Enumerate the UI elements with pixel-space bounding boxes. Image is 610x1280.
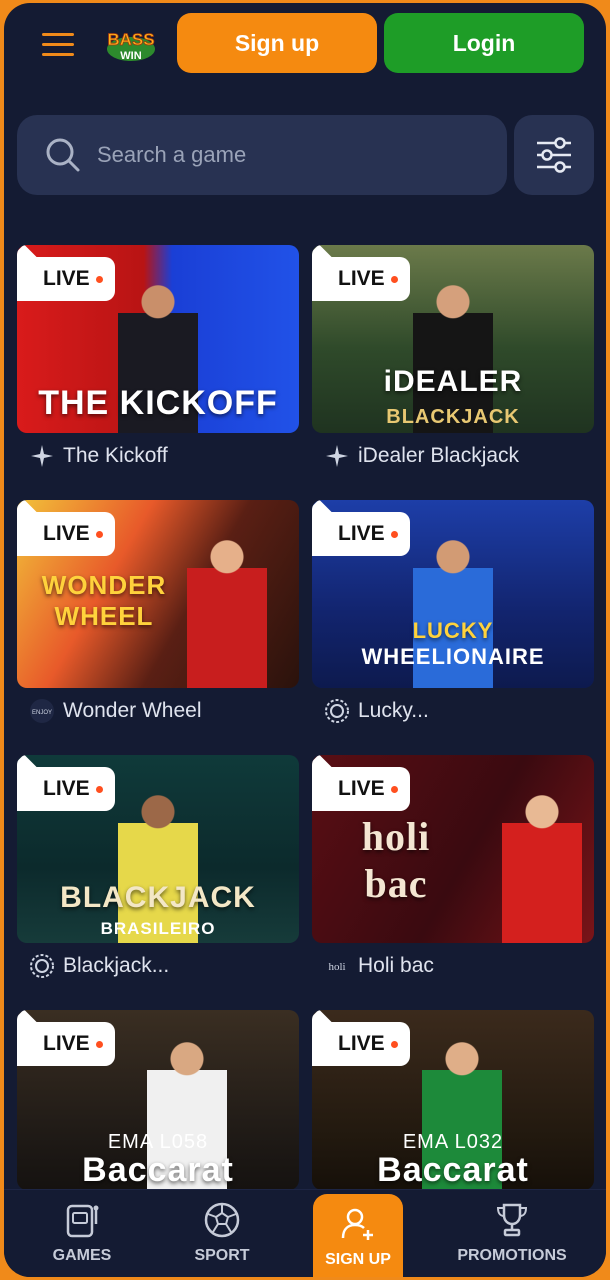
live-badge: LIVE [17,257,115,301]
enjoy-icon: ENJOY [29,698,55,724]
slot-machine-icon [66,1204,99,1238]
spiral-icon [29,953,55,979]
game-card[interactable]: LIVE WONDER WHEEL ENJOY Wonder Wheel [17,500,299,726]
header: BASS WIN Sign up Login [4,3,606,87]
trophy-icon [496,1203,528,1237]
nav-signup[interactable]: SIGN UP [313,1194,403,1277]
thumb-title: iDEALER [383,365,523,398]
live-badge: LIVE [17,767,115,811]
search-input[interactable] [97,135,477,175]
game-name[interactable]: Blackjack... [63,954,169,978]
game-card[interactable]: LIVE EMA L058 Baccarat [17,1010,299,1190]
game-card[interactable]: LIVE LUCKY WHEELIONAIRE Lucky... [312,500,594,726]
live-badge: LIVE [17,1022,115,1066]
game-name[interactable]: Lucky... [358,699,429,723]
thumb-subtitle: BRASILEIRO [100,919,216,938]
game-thumbnail: LIVE iDEALER BLACKJACK [312,245,594,433]
game-card[interactable]: LIVE THE KICKOFF The Kickoff [17,245,299,471]
game-card[interactable]: LIVE EMA L032 Baccarat [312,1010,594,1190]
menu-icon[interactable] [42,33,74,57]
thumb-title: WONDER WHEEL [41,570,167,631]
app-frame: BASS WIN Sign up Login LIVE THE KICKOFF [4,3,606,1277]
search-icon [46,138,80,172]
thumb-title: Baccarat [377,1151,529,1189]
nav-signup-label: SIGN UP [325,1251,391,1268]
svg-text:ENJOY: ENJOY [32,710,52,716]
nav-promotions-label: PROMOTIONS [457,1247,567,1264]
game-thumbnail: LIVE THE KICKOFF [17,245,299,433]
game-name[interactable]: Wonder Wheel [63,699,202,723]
thumb-subtitle: BLACKJACK [386,406,520,428]
login-button[interactable]: Login [384,13,584,73]
game-thumbnail: LIVE holi bac [312,755,594,943]
game-thumbnail: LIVE EMA L032 Baccarat [312,1010,594,1190]
soccer-ball-icon [204,1202,240,1238]
game-card[interactable]: LIVE BLACKJACK BRASILEIRO Blackjack... [17,755,299,981]
filter-button[interactable] [514,115,594,195]
add-user-icon [341,1208,373,1240]
thumb-subtitle: WHEELIONAIRE [361,644,545,669]
nav-games-label: GAMES [52,1247,112,1264]
thumb-title: LUCKY [412,618,494,643]
nav-promotions[interactable]: PROMOTIONS [452,1190,572,1277]
svg-text:BASS: BASS [107,30,154,49]
game-thumbnail: LIVE BLACKJACK BRASILEIRO [17,755,299,943]
star-icon [29,443,55,469]
svg-text:holi: holi [328,961,345,973]
live-badge: LIVE [312,257,410,301]
game-thumbnail: LIVE EMA L058 Baccarat [17,1010,299,1190]
logo[interactable]: BASS WIN [100,25,162,65]
thumb-title: Baccarat [82,1151,234,1189]
nav-sport-label: SPORT [194,1247,250,1264]
game-card[interactable]: LIVE holi bac holi Holi bac [312,755,594,981]
svg-text:WIN: WIN [120,50,141,62]
game-thumbnail: LIVE LUCKY WHEELIONAIRE [312,500,594,688]
signup-button[interactable]: Sign up [177,13,377,73]
sliders-icon [537,137,571,173]
game-name[interactable]: Holi bac [358,954,434,978]
live-badge: LIVE [17,512,115,556]
thumb-title: THE KICKOFF [38,384,278,422]
game-name[interactable]: iDealer Blackjack [358,444,519,468]
thumb-title: BLACKJACK [60,881,256,914]
live-badge: LIVE [312,767,410,811]
nav-games[interactable]: GAMES [44,1190,120,1277]
game-thumbnail: LIVE WONDER WHEEL [17,500,299,688]
thumb-title: holi bac [361,814,431,906]
game-name[interactable]: The Kickoff [63,444,168,468]
search-bar[interactable] [17,115,507,195]
spiral-icon [324,698,350,724]
star-icon [324,443,350,469]
live-badge: LIVE [312,1022,410,1066]
nav-sport[interactable]: SPORT [184,1190,260,1277]
live-badge: LIVE [312,512,410,556]
game-card[interactable]: LIVE iDEALER BLACKJACK iDealer Blackjack [312,245,594,471]
holi-icon: holi [324,953,350,979]
bottom-nav: GAMES SPORT SIGN UP PROMOTIONS [4,1189,606,1277]
